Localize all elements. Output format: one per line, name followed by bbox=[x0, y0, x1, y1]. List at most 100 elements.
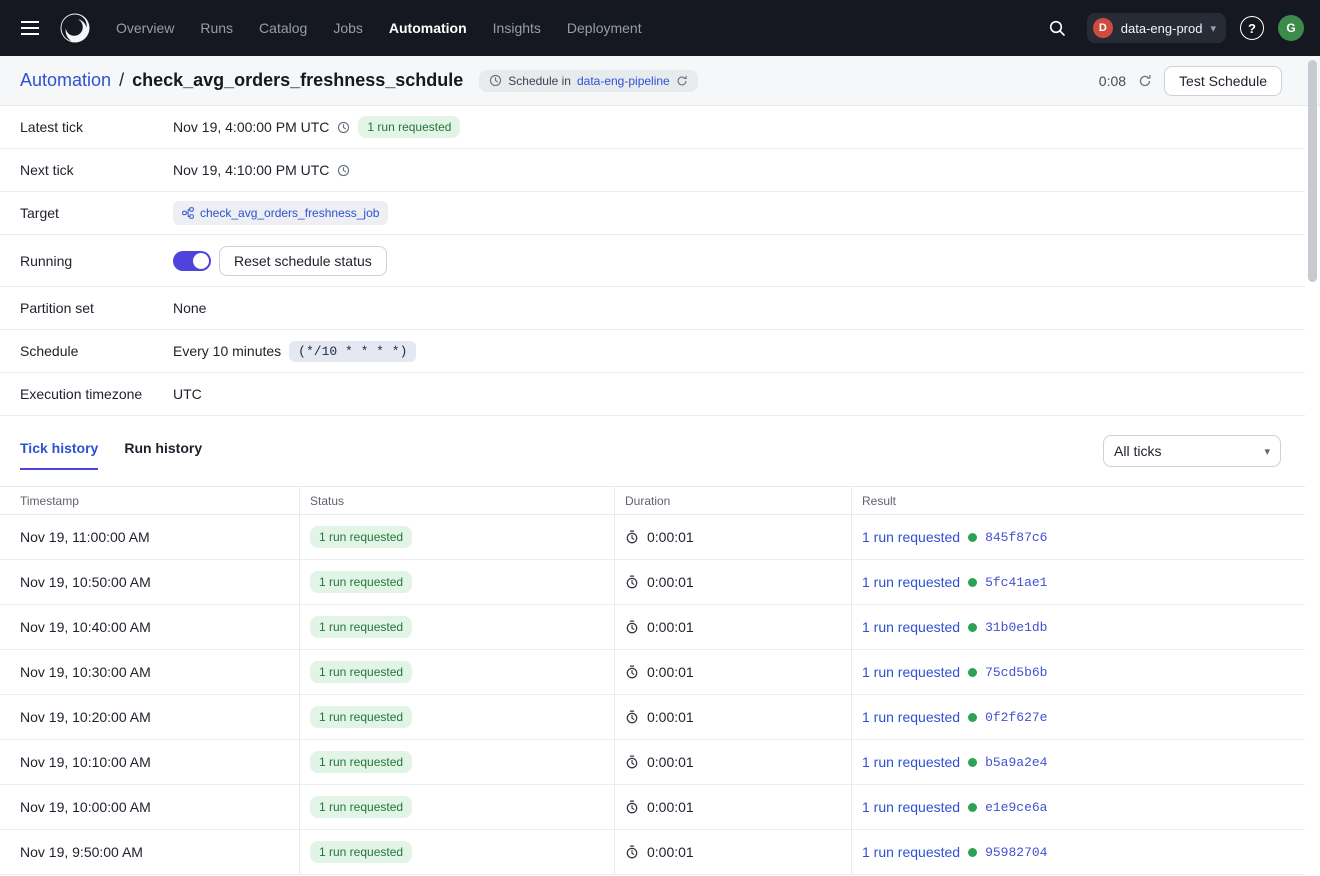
cron-expression: (*/10 * * * *) bbox=[289, 341, 416, 362]
search-icon bbox=[1048, 19, 1066, 37]
run-requested-link[interactable]: 1 run requested bbox=[862, 754, 960, 770]
refresh-countdown: 0:08 bbox=[1099, 73, 1126, 89]
run-id-link[interactable]: 0f2f627e bbox=[985, 710, 1047, 725]
tab-tick-history[interactable]: Tick history bbox=[20, 432, 98, 470]
schedule-location-badge: Schedule in data-eng-pipeline bbox=[479, 70, 697, 92]
run-requested-link[interactable]: 1 run requested bbox=[862, 574, 960, 590]
stopwatch-icon bbox=[625, 755, 639, 769]
detail-row-target: Target check_avg_orders_freshness_job bbox=[0, 192, 1305, 235]
tick-duration: 0:00:01 bbox=[647, 844, 694, 860]
nav-item-catalog[interactable]: Catalog bbox=[259, 20, 307, 36]
tick-timestamp: Nov 19, 10:20:00 AM bbox=[0, 695, 299, 739]
detail-label: Schedule bbox=[20, 343, 173, 359]
nav-item-automation[interactable]: Automation bbox=[389, 20, 467, 36]
hamburger-menu-button[interactable] bbox=[16, 14, 44, 42]
run-requested-link[interactable]: 1 run requested bbox=[862, 844, 960, 860]
breadcrumb: Automation / check_avg_orders_freshness_… bbox=[20, 70, 463, 91]
detail-label: Next tick bbox=[20, 162, 173, 178]
dagster-logo[interactable] bbox=[54, 11, 98, 45]
table-header-row: Timestamp Status Duration Result bbox=[0, 486, 1305, 515]
detail-row-schedule: Schedule Every 10 minutes (*/10 * * * *) bbox=[0, 330, 1305, 373]
refresh-button[interactable] bbox=[1138, 74, 1152, 88]
stopwatch-icon bbox=[625, 710, 639, 724]
chevron-down-icon: ▾ bbox=[1264, 445, 1270, 458]
detail-row-latest-tick: Latest tick Nov 19, 4:00:00 PM UTC 1 run… bbox=[0, 106, 1305, 149]
stopwatch-icon bbox=[625, 800, 639, 814]
nav-item-runs[interactable]: Runs bbox=[200, 20, 233, 36]
navbar-right-cluster: D data-eng-prod ▾ ? G bbox=[1041, 12, 1304, 44]
run-id-link[interactable]: 5fc41ae1 bbox=[985, 575, 1047, 590]
column-header-status: Status bbox=[299, 487, 614, 514]
breadcrumb-automation-link[interactable]: Automation bbox=[20, 70, 111, 91]
nav-item-insights[interactable]: Insights bbox=[493, 20, 541, 36]
detail-label: Target bbox=[20, 205, 173, 221]
table-row: Nov 19, 10:30:00 AM 1 run requested 0:00… bbox=[0, 650, 1305, 695]
user-avatar[interactable]: G bbox=[1278, 15, 1304, 41]
run-status-dot bbox=[968, 668, 977, 677]
target-job-link[interactable]: check_avg_orders_freshness_job bbox=[173, 201, 388, 225]
run-id-link[interactable]: 845f87c6 bbox=[985, 530, 1047, 545]
detail-label: Execution timezone bbox=[20, 386, 173, 402]
clock-icon bbox=[337, 121, 350, 134]
run-id-link[interactable]: 75cd5b6b bbox=[985, 665, 1047, 680]
deployment-switcher[interactable]: D data-eng-prod ▾ bbox=[1087, 13, 1226, 43]
search-button[interactable] bbox=[1041, 12, 1073, 44]
latest-tick-value: Nov 19, 4:00:00 PM UTC bbox=[173, 119, 329, 135]
tick-filter-value: All ticks bbox=[1114, 443, 1161, 459]
run-status-dot bbox=[968, 623, 977, 632]
tick-timestamp: Nov 19, 10:30:00 AM bbox=[0, 650, 299, 694]
refresh-icon[interactable] bbox=[676, 75, 688, 87]
run-id-link[interactable]: e1e9ce6a bbox=[985, 800, 1047, 815]
page-title: check_avg_orders_freshness_schdule bbox=[132, 70, 463, 91]
table-row: Nov 19, 9:50:00 AM 1 run requested 0:00:… bbox=[0, 830, 1305, 875]
header-actions: 0:08 Test Schedule bbox=[1099, 66, 1282, 96]
run-requested-link[interactable]: 1 run requested bbox=[862, 664, 960, 680]
run-id-link[interactable]: b5a9a2e4 bbox=[985, 755, 1047, 770]
detail-row-timezone: Execution timezone UTC bbox=[0, 373, 1305, 416]
vertical-scrollbar[interactable] bbox=[1308, 60, 1317, 282]
top-navbar: Overview Runs Catalog Jobs Automation In… bbox=[0, 0, 1320, 56]
table-row: Nov 19, 10:10:00 AM 1 run requested 0:00… bbox=[0, 740, 1305, 785]
stopwatch-icon bbox=[625, 620, 639, 634]
run-id-link[interactable]: 31b0e1db bbox=[985, 620, 1047, 635]
tab-run-history[interactable]: Run history bbox=[124, 432, 202, 470]
partition-set-value: None bbox=[173, 300, 206, 316]
run-requested-link[interactable]: 1 run requested bbox=[862, 709, 960, 725]
run-id-link[interactable]: 95982704 bbox=[985, 845, 1047, 860]
help-icon: ? bbox=[1248, 21, 1256, 36]
stopwatch-icon bbox=[625, 845, 639, 859]
help-button[interactable]: ? bbox=[1240, 16, 1264, 40]
status-badge: 1 run requested bbox=[358, 116, 460, 138]
schedule-details: Latest tick Nov 19, 4:00:00 PM UTC 1 run… bbox=[0, 106, 1320, 416]
tick-duration: 0:00:01 bbox=[647, 619, 694, 635]
tick-status-badge: 1 run requested bbox=[310, 706, 412, 728]
nav-item-deployment[interactable]: Deployment bbox=[567, 20, 642, 36]
tick-duration: 0:00:01 bbox=[647, 529, 694, 545]
clock-icon bbox=[337, 164, 350, 177]
run-requested-link[interactable]: 1 run requested bbox=[862, 619, 960, 635]
run-requested-link[interactable]: 1 run requested bbox=[862, 529, 960, 545]
tick-timestamp: Nov 19, 10:40:00 AM bbox=[0, 605, 299, 649]
tick-filter-select[interactable]: All ticks ▾ bbox=[1103, 435, 1281, 467]
nav-item-jobs[interactable]: Jobs bbox=[333, 20, 363, 36]
tick-status-badge: 1 run requested bbox=[310, 751, 412, 773]
tick-duration: 0:00:01 bbox=[647, 799, 694, 815]
job-icon bbox=[182, 207, 194, 219]
column-header-result: Result bbox=[851, 487, 1305, 514]
stopwatch-icon bbox=[625, 665, 639, 679]
detail-label: Partition set bbox=[20, 300, 173, 316]
tick-duration: 0:00:01 bbox=[647, 574, 694, 590]
run-status-dot bbox=[968, 578, 977, 587]
reset-schedule-status-button[interactable]: Reset schedule status bbox=[219, 246, 387, 276]
run-requested-link[interactable]: 1 run requested bbox=[862, 799, 960, 815]
table-row: Nov 19, 10:00:00 AM 1 run requested 0:00… bbox=[0, 785, 1305, 830]
column-header-timestamp: Timestamp bbox=[0, 487, 299, 514]
column-header-duration: Duration bbox=[614, 487, 851, 514]
tick-status-badge: 1 run requested bbox=[310, 661, 412, 683]
test-schedule-button[interactable]: Test Schedule bbox=[1164, 66, 1282, 96]
nav-item-overview[interactable]: Overview bbox=[116, 20, 174, 36]
running-toggle[interactable] bbox=[173, 251, 211, 271]
tick-timestamp: Nov 19, 10:10:00 AM bbox=[0, 740, 299, 784]
tick-status-badge: 1 run requested bbox=[310, 526, 412, 548]
pipeline-link[interactable]: data-eng-pipeline bbox=[577, 74, 670, 88]
